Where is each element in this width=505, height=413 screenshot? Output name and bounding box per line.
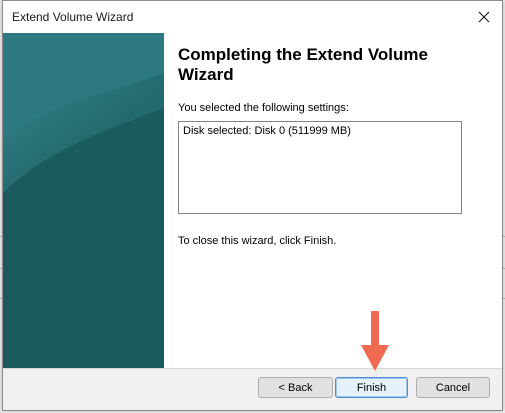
annotation-arrow-icon xyxy=(361,311,389,371)
wizard-heading: Completing the Extend Volume Wizard xyxy=(178,45,428,84)
wizard-content: Completing the Extend Volume Wizard You … xyxy=(3,33,502,368)
close-hint-text: To close this wizard, click Finish. xyxy=(178,235,337,247)
back-button[interactable]: < Back xyxy=(258,377,333,398)
close-button[interactable] xyxy=(466,1,502,33)
wizard-side-banner xyxy=(3,33,164,368)
settings-line: Disk selected: Disk 0 (511999 MB) xyxy=(183,125,351,137)
finish-button[interactable]: Finish xyxy=(335,377,408,398)
banner-graphic xyxy=(3,33,164,368)
window-title: Extend Volume Wizard xyxy=(12,10,134,24)
close-icon xyxy=(478,11,490,23)
wizard-main-panel: Completing the Extend Volume Wizard You … xyxy=(164,33,502,368)
settings-label: You selected the following settings: xyxy=(178,102,349,114)
settings-summary-box[interactable]: Disk selected: Disk 0 (511999 MB) xyxy=(178,121,462,214)
wizard-window: Extend Volume Wizard Completing the Exte… xyxy=(2,0,503,411)
title-bar: Extend Volume Wizard xyxy=(3,1,502,33)
cancel-button[interactable]: Cancel xyxy=(416,377,490,398)
button-separator xyxy=(3,368,502,369)
